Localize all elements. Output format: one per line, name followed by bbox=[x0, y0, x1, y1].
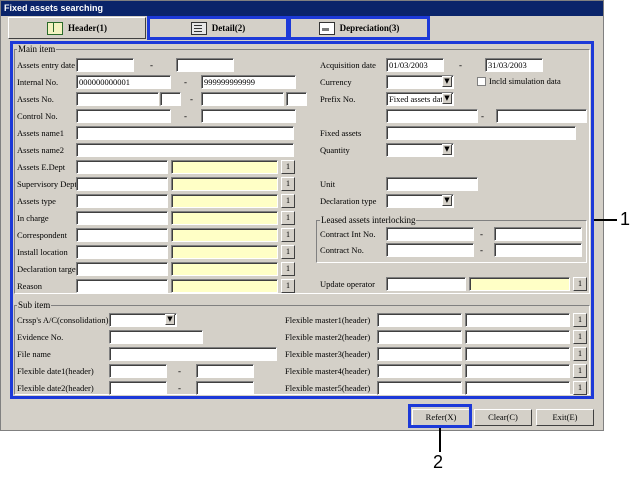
highlight-search-panel bbox=[10, 41, 594, 399]
book-icon bbox=[47, 21, 63, 35]
callout-line-1 bbox=[594, 219, 617, 221]
highlight-refer-button bbox=[408, 404, 472, 428]
tab-header-label: Header(1) bbox=[68, 23, 107, 33]
tab-header[interactable]: Header(1) bbox=[8, 17, 146, 39]
callout-2: 2 bbox=[433, 452, 444, 472]
clear-button[interactable]: Clear(C) bbox=[474, 409, 532, 426]
highlight-tab-detail bbox=[147, 16, 289, 40]
exit-button[interactable]: Exit(E) bbox=[536, 409, 594, 426]
window-title: Fixed assets searching bbox=[1, 1, 603, 16]
highlight-tab-depreciation bbox=[288, 16, 430, 40]
callout-line-2 bbox=[439, 428, 441, 452]
callout-1: 1 bbox=[620, 209, 631, 229]
